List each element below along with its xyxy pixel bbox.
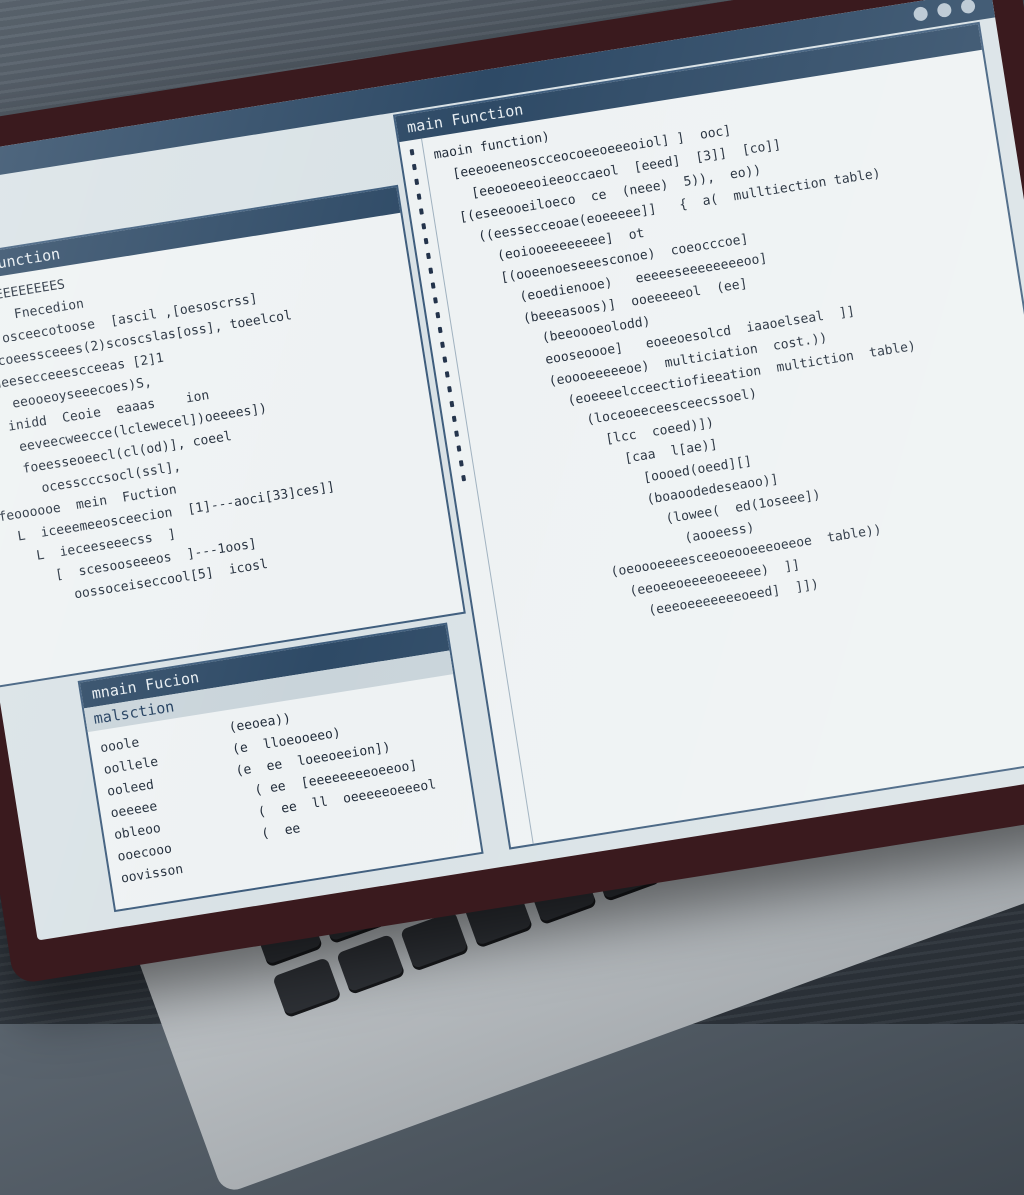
close-icon[interactable] (960, 0, 977, 15)
gutter-marker (444, 371, 450, 378)
minimize-icon[interactable] (912, 5, 929, 22)
right-code-block[interactable]: maoin function) [eeeoeeneoscceocoeeoeeeo… (399, 50, 1024, 658)
gutter-marker (451, 415, 457, 423)
gutter-marker (437, 326, 443, 334)
gutter-marker (430, 282, 436, 289)
laptop-screen-bezel: main Function LEEEEEEEEEEEEES Lict Fnece… (0, 0, 1024, 985)
right-code-panel[interactable]: main Function maoin function) [eeeoeeneo… (392, 21, 1024, 850)
gutter-marker (421, 222, 427, 230)
gutter-marker (458, 460, 464, 467)
left-code-block[interactable]: LEEEEEEEEEEEEES Lict Fnecedion bl osceec… (0, 213, 454, 628)
keyboard-key (336, 933, 406, 996)
gutter-marker (411, 163, 417, 171)
gutter-marker (433, 297, 438, 304)
keyboard-key (272, 957, 342, 1019)
gutter-marker (461, 474, 467, 482)
gutter-marker (456, 445, 462, 452)
gutter-marker (449, 400, 455, 408)
gutter-marker (414, 178, 420, 186)
gutter-marker (428, 267, 434, 274)
laptop-screen: main Function LEEEEEEEEEEEEES Lict Fnece… (0, 0, 1024, 941)
gutter-marker (447, 385, 453, 393)
bottom-labels: ooole oollele ooleed oeeeee obleoo ooecooo oov… (88, 712, 243, 900)
gutter-marker (442, 356, 448, 363)
gutter-marker (423, 237, 429, 245)
window-controls (912, 0, 977, 22)
maximize-icon[interactable] (936, 2, 953, 19)
gutter-marker (416, 193, 422, 200)
bottom-code-block[interactable]: (eeoea)) (e lloeooeeo) (e ee loeeoeeion]) … (216, 678, 456, 880)
gutter-marker (440, 341, 445, 349)
gutter-marker (409, 148, 415, 156)
gutter-marker (454, 430, 460, 437)
gutter-marker (435, 311, 441, 319)
gutter-marker (425, 252, 431, 260)
left-code-panel[interactable]: main Function LEEEEEEEEEEEEES Lict Fnece… (0, 184, 466, 688)
gutter-marker (418, 208, 424, 215)
bottom-code-panel[interactable]: mnain Fucion malsction ooole oollele oolee… (77, 622, 484, 913)
